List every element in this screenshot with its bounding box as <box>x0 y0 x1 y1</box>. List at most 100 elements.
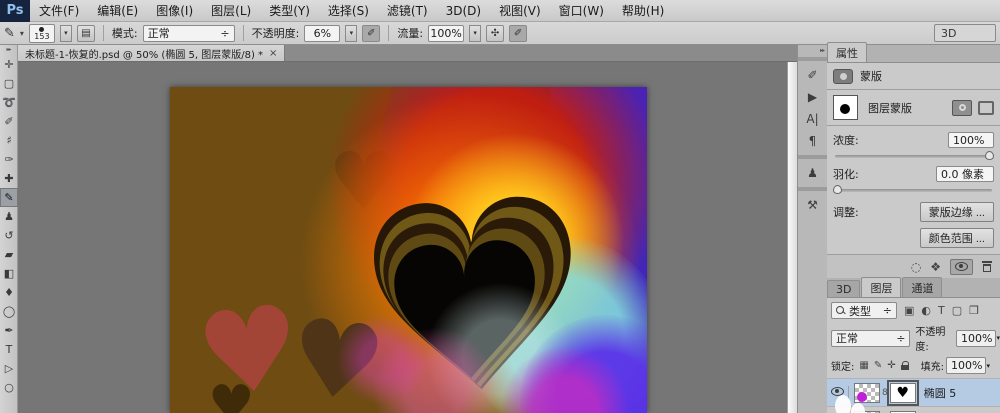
filter-smartobject-icon[interactable]: ❐ <box>969 304 979 317</box>
layer-mask-thumbnail[interactable] <box>833 95 858 120</box>
menu-file[interactable]: 文件(F) <box>30 2 88 19</box>
quick-selection-tool[interactable]: ✐ <box>0 112 18 131</box>
density-slider-knob[interactable] <box>985 151 994 160</box>
airbrush-button[interactable]: ✣ <box>486 25 504 42</box>
eraser-tool[interactable]: ▰ <box>0 245 18 264</box>
toggle-mask-icon[interactable] <box>950 259 973 275</box>
marquee-tool[interactable]: ▢ <box>0 74 18 93</box>
layers-blend-mode-select[interactable]: 正常 ÷ <box>831 330 910 347</box>
brush-panel-icon[interactable]: ✐ <box>798 64 827 86</box>
layer-filter-select[interactable]: 类型 ÷ <box>831 302 897 319</box>
tab-channels[interactable]: 通道 <box>902 277 942 297</box>
opacity-caret[interactable]: ▾ <box>345 25 357 42</box>
options-separator <box>103 25 104 41</box>
move-tool[interactable]: ✛ <box>0 55 18 74</box>
panel-group-header[interactable] <box>798 187 827 191</box>
filter-dropdown-icon: ÷ <box>883 304 892 317</box>
select-layer-mask-button[interactable] <box>952 100 972 116</box>
lock-pixels-icon[interactable]: ✎ <box>874 360 882 371</box>
feather-value[interactable]: 0.0 像素 <box>936 166 994 182</box>
healing-brush-tool[interactable]: ✚ <box>0 169 18 188</box>
mask-edge-button[interactable]: 蒙版边缘 ... <box>920 202 994 222</box>
eyedropper-tool[interactable]: ✑ <box>0 150 18 169</box>
shape-tool[interactable]: ○ <box>0 378 18 397</box>
mask-badge-icon <box>833 69 853 84</box>
document-tab[interactable]: 未标题-1-恢复的.psd @ 50% (椭圆 5, 图层蒙版/8) * × <box>18 45 285 61</box>
blend-mode-select[interactable]: 正常 ÷ <box>143 25 235 42</box>
pen-tool[interactable]: ✒ <box>0 321 18 340</box>
menu-filter[interactable]: 滤镜(T) <box>378 2 437 19</box>
dodge-tool[interactable]: ◯ <box>0 302 18 321</box>
opacity-pressure-button[interactable]: ✐ <box>362 25 380 42</box>
opacity-input[interactable]: 6% <box>304 25 340 42</box>
apply-mask-icon[interactable]: ❖ <box>930 261 941 273</box>
size-pressure-button[interactable]: ✐ <box>509 25 527 42</box>
trash-icon <box>982 261 992 272</box>
paragraph-panel-icon[interactable]: ¶ <box>798 130 827 152</box>
tab-3d[interactable]: 3D <box>827 280 860 297</box>
menu-view[interactable]: 视图(V) <box>490 2 550 19</box>
pasteboard[interactable]: ♥ ♥ ♥ ♥ ♥ <box>18 62 787 413</box>
add-vector-mask-button[interactable] <box>978 101 994 115</box>
actions-panel-icon[interactable]: ▶ <box>798 86 827 108</box>
fill-input[interactable]: 100% ▾ <box>946 357 986 374</box>
history-brush-tool[interactable]: ↺ <box>0 226 18 245</box>
lock-all-icon[interactable] <box>901 361 909 370</box>
filter-type-icon[interactable]: T <box>938 304 945 317</box>
layer-mask-thumbnail[interactable]: ♥ <box>890 383 916 403</box>
layers-opacity-input[interactable]: 100% ▾ <box>956 330 996 347</box>
layer-thumbnail[interactable] <box>854 383 880 403</box>
toolbar-collapse-icon[interactable]: ▸▸ <box>0 45 17 55</box>
panel-group-header[interactable] <box>798 155 827 159</box>
character-panel-icon[interactable]: A| <box>798 108 827 130</box>
tab-properties[interactable]: 属性 <box>827 42 867 62</box>
density-value[interactable]: 100% <box>948 132 994 148</box>
filter-shape-icon[interactable]: ▢ <box>952 304 962 317</box>
menu-image[interactable]: 图像(I) <box>147 2 202 19</box>
filter-pixel-icon[interactable]: ▣ <box>904 304 914 317</box>
brush-preset-picker[interactable]: 153 <box>29 24 55 43</box>
menu-layer[interactable]: 图层(L) <box>202 2 260 19</box>
menu-select[interactable]: 选择(S) <box>319 2 378 19</box>
flow-caret[interactable]: ▾ <box>469 25 481 42</box>
vertical-scrollbar[interactable] <box>787 62 797 413</box>
layer-name[interactable]: 椭圆 5 <box>924 385 957 401</box>
type-tool[interactable]: T <box>0 340 18 359</box>
crop-tool[interactable]: ♯ <box>0 131 18 150</box>
delete-mask-icon[interactable] <box>982 261 992 274</box>
density-slider[interactable] <box>835 155 992 158</box>
brush-tool[interactable]: ✎ <box>0 188 18 207</box>
brush-picker-caret[interactable]: ▾ <box>60 25 72 42</box>
toggle-brush-panel-button[interactable]: ▤ <box>77 25 95 42</box>
canvas-image[interactable]: ♥ ♥ ♥ ♥ ♥ <box>170 87 647 413</box>
path-selection-tool[interactable]: ▷ <box>0 359 18 378</box>
tool-preset-caret-icon[interactable]: ▾ <box>20 29 24 38</box>
menu-edit[interactable]: 编辑(E) <box>88 2 147 19</box>
flow-input[interactable]: 100% <box>428 25 464 42</box>
lasso-tool[interactable]: ➰ <box>0 93 18 112</box>
menu-type[interactable]: 类型(Y) <box>260 2 319 19</box>
collapsed-panel-strip: ▸▸ ✐ ▶ A| ¶ ♟ ⚒ <box>797 45 827 413</box>
clone-source-panel-icon[interactable]: ♟ <box>798 162 827 184</box>
menu-3d[interactable]: 3D(D) <box>437 4 490 18</box>
panel-strip-collapse-icon[interactable]: ▸▸ <box>798 45 827 54</box>
lock-transparency-icon[interactable]: ▦ <box>859 360 868 371</box>
color-range-button[interactable]: 颜色范围 ... <box>920 228 994 248</box>
current-brush-icon[interactable]: ✎ <box>4 26 15 41</box>
feather-slider-knob[interactable] <box>833 185 842 194</box>
clone-stamp-tool[interactable]: ♟ <box>0 207 18 226</box>
menu-window[interactable]: 窗口(W) <box>550 2 613 19</box>
close-document-icon[interactable]: × <box>269 48 277 59</box>
workspace-switcher-3d[interactable]: 3D <box>934 24 996 42</box>
lock-position-icon[interactable]: ✛ <box>887 360 895 371</box>
feather-slider[interactable] <box>835 189 992 192</box>
tab-layers[interactable]: 图层 <box>861 277 901 297</box>
gradient-tool[interactable]: ◧ <box>0 264 18 283</box>
tool-presets-panel-icon[interactable]: ⚒ <box>798 194 827 216</box>
load-selection-icon[interactable]: ◌ <box>911 261 921 273</box>
layer-row-ellipse5[interactable]: 8 ♥ 椭圆 5 <box>827 378 1000 406</box>
panel-group-header[interactable] <box>798 57 827 61</box>
filter-adjustment-icon[interactable]: ◐ <box>921 304 931 317</box>
menu-help[interactable]: 帮助(H) <box>613 2 673 19</box>
blur-tool[interactable]: ♦ <box>0 283 18 302</box>
